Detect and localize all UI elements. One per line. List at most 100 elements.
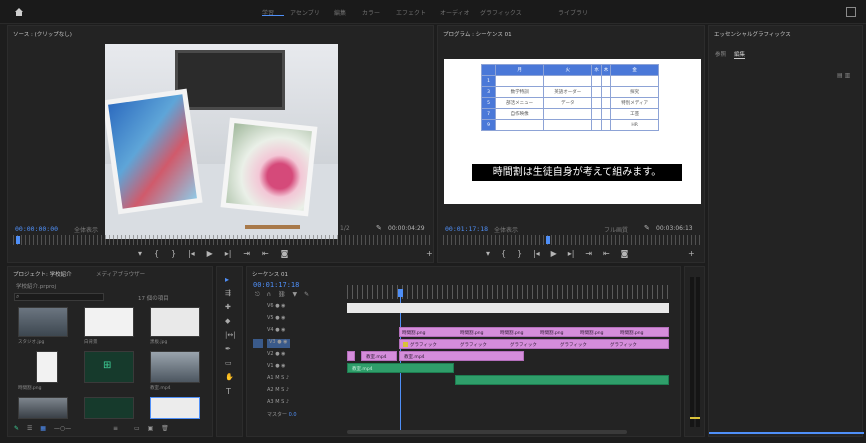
workspace-editing[interactable]: 編集 — [334, 8, 346, 17]
overwrite-icon[interactable]: ⇤ — [262, 249, 269, 258]
thumbnail-8[interactable] — [84, 397, 134, 419]
tab-edit[interactable]: 編集 — [734, 50, 746, 59]
timeline-title[interactable]: シーケンス 01 — [252, 270, 288, 278]
lift-icon[interactable]: ⇥ — [585, 249, 592, 258]
mark-out-icon[interactable]: { — [154, 249, 159, 258]
audio-clip-a2[interactable] — [455, 375, 669, 385]
workspace-audio[interactable]: オーディオ — [440, 8, 470, 17]
tab-browse[interactable]: 参照 — [715, 50, 726, 58]
audio-clip-a1-a[interactable]: 教室.mp4 — [347, 363, 454, 373]
pencil-icon[interactable]: ✎ — [14, 425, 19, 432]
source-fit-select[interactable]: 全体表示 — [74, 225, 98, 234]
track-select-icon[interactable]: ⇶ — [225, 289, 231, 297]
play-icon[interactable]: ▶ — [551, 249, 557, 258]
track-header-v1[interactable]: V1 ● ◉ — [267, 363, 286, 372]
track-header-a1[interactable]: A1 M S ♪ — [267, 375, 289, 384]
source-ruler[interactable] — [13, 235, 430, 245]
timeline-timecode[interactable]: 00:01:17:18 — [253, 281, 299, 289]
trash-icon[interactable]: 🗑 — [161, 425, 169, 432]
maximize-icon[interactable] — [846, 7, 856, 17]
extract-icon[interactable]: ⇤ — [603, 249, 610, 258]
thumbnail-7[interactable] — [18, 397, 68, 419]
track-header-master[interactable]: マスター 0.0 — [267, 411, 297, 420]
wrench-icon[interactable]: ✎ — [376, 224, 382, 232]
step-forward-icon[interactable]: ▸| — [225, 249, 232, 258]
clip-v6-white[interactable] — [347, 303, 669, 313]
program-ruler[interactable] — [443, 235, 701, 245]
list-view-icon[interactable]: ☰ — [27, 425, 32, 432]
nest-icon[interactable]: ⎋ — [255, 291, 260, 298]
clip-v1-a[interactable]: 教室.mp4 — [361, 351, 397, 361]
source-playhead[interactable] — [16, 236, 20, 244]
program-monitor-title[interactable]: プログラム : シーケンス 01 — [443, 30, 512, 38]
track-header-v6[interactable]: V6 ● ◉ — [267, 303, 286, 312]
pen-icon[interactable]: ✒ — [225, 345, 231, 353]
selection-tool-icon[interactable]: ▸ — [225, 275, 229, 284]
zoom-slider[interactable]: —○— — [54, 425, 71, 432]
thumbnail-6[interactable] — [150, 351, 200, 383]
track-header-a2[interactable]: A2 M S ♪ — [267, 387, 289, 396]
workspace-graphics[interactable]: グラフィックス — [480, 8, 522, 17]
thumbnail-3[interactable] — [150, 307, 200, 337]
program-add-button[interactable]: + — [688, 249, 695, 258]
slip-icon[interactable]: |↔| — [225, 331, 236, 339]
project-search-input[interactable] — [14, 293, 104, 301]
new-item-icon[interactable]: ▣ — [148, 425, 154, 432]
mark-in-icon[interactable]: ▾ — [486, 249, 490, 258]
linked-selection-icon[interactable]: ⛓ — [278, 291, 286, 298]
thumbnail-2[interactable] — [84, 307, 134, 337]
timeline-ruler[interactable] — [347, 285, 669, 299]
camera-icon[interactable]: ◙ — [281, 249, 289, 258]
program-timecode[interactable]: 00:01:17:18 — [445, 225, 488, 233]
mark-in-icon[interactable]: ▾ — [138, 249, 142, 258]
mark-out-icon[interactable]: { — [501, 249, 506, 258]
type-tool-icon[interactable]: T — [226, 387, 231, 396]
sort-icon[interactable]: ≡ — [113, 425, 118, 432]
thumbnail-4[interactable] — [36, 351, 58, 383]
source-add-button[interactable]: + — [426, 249, 433, 258]
rectangle-tool-icon[interactable]: ▭ — [225, 359, 232, 367]
clip-row-v2[interactable]: グラフィック グラフィック グラフィック グラフィック グラフィック — [399, 339, 669, 349]
play-icon[interactable]: ▶ — [207, 249, 213, 258]
essential-graphics-title[interactable]: エッセンシャルグラフィックス — [714, 30, 791, 38]
new-layer-icon[interactable]: ▤ ▥ — [837, 72, 850, 79]
thumbnail-9[interactable] — [150, 397, 200, 419]
step-back-icon[interactable]: |◂ — [188, 249, 195, 258]
timeline-playhead-handle[interactable] — [398, 289, 403, 297]
workspace-assembly[interactable]: アセンブリ — [290, 8, 320, 17]
timeline-horizontal-scrollbar[interactable] — [347, 430, 627, 434]
track-header-v2[interactable]: V2 ● ◉ — [267, 351, 286, 360]
camera-icon[interactable]: ◙ — [621, 249, 629, 258]
razor-icon[interactable]: ◆ — [225, 317, 230, 325]
workspace-libraries[interactable]: ライブラリ — [558, 8, 588, 17]
project-panel-title[interactable]: プロジェクト: 学校紹介 — [13, 270, 72, 278]
program-playhead[interactable] — [546, 236, 550, 244]
marker-icon[interactable]: ▼ — [293, 291, 298, 298]
source-monitor-title[interactable]: ソース : (クリップなし) — [13, 30, 72, 38]
source-patch-v1[interactable] — [253, 339, 263, 348]
step-forward-icon[interactable]: ▸| — [568, 249, 575, 258]
new-bin-icon[interactable]: ▭ — [134, 425, 140, 432]
track-header-a3[interactable]: A3 M S ♪ — [267, 399, 289, 408]
program-fit-select[interactable]: 全体表示 — [494, 225, 518, 234]
track-header-v5[interactable]: V5 ● ◉ — [267, 315, 286, 324]
insert-icon[interactable]: ⇥ — [243, 249, 250, 258]
program-quality-select[interactable]: フル画質 — [604, 225, 628, 234]
clip-v1-small[interactable] — [347, 351, 355, 361]
clip-v1-b[interactable]: 教室.mp4 — [399, 351, 524, 361]
track-header-v3[interactable]: V3 ● ◉ — [267, 339, 290, 348]
thumbnail-1[interactable] — [18, 307, 68, 337]
workspace-effects[interactable]: エフェクト — [396, 8, 426, 17]
media-browser-tab[interactable]: メディアブラウザー — [96, 270, 145, 278]
wrench-icon[interactable]: ✎ — [644, 224, 650, 232]
home-icon[interactable] — [14, 7, 24, 17]
source-quality-select[interactable]: 1/2 — [340, 225, 350, 232]
wrench-icon[interactable]: ✎ — [304, 291, 309, 298]
workspace-color[interactable]: カラー — [362, 8, 380, 17]
track-header-v4[interactable]: V4 ● ◉ — [267, 327, 286, 336]
step-back-icon[interactable]: |◂ — [533, 249, 540, 258]
bracket-icon[interactable]: } — [171, 249, 176, 258]
clip-row-v3[interactable]: 時間割.png 時間割.png 時間割.png 時間割.png 時間割.png … — [399, 327, 669, 337]
bracket-icon[interactable]: } — [517, 249, 522, 258]
snap-icon[interactable]: ∩ — [267, 291, 271, 298]
